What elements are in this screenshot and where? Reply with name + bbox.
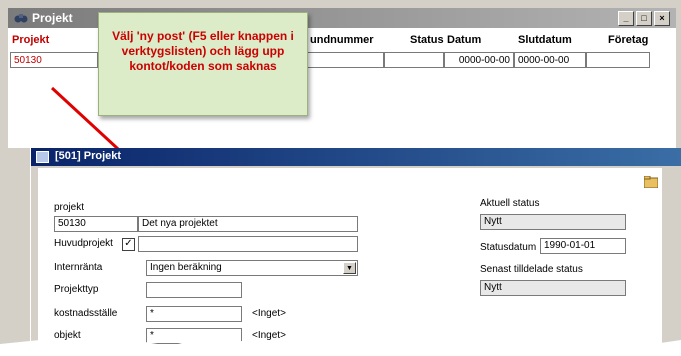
senast-status-field: Nytt [480,280,626,296]
chevron-down-icon[interactable]: ▼ [343,262,356,274]
internranta-value: Ingen beräkning [150,262,222,273]
folder-icon[interactable] [644,176,658,188]
kostnadsstalle-hint: <Inget> [252,308,286,319]
aktuell-status-field: Nytt [480,214,626,230]
torn-edge [0,336,681,356]
senast-status-label: Senast tilldelade status [480,264,583,275]
statusdatum-field[interactable]: 1990-01-01 [540,238,626,254]
internranta-label: Internränta [54,262,103,273]
projekttyp-field[interactable] [146,282,242,298]
inner-titlebar: [501] Projekt [31,148,681,166]
kostnadsstalle-label: kostnadsställe [54,308,118,319]
huvudprojekt-label: Huvudprojekt [54,238,113,249]
window-icon [36,151,49,163]
projekt-field[interactable]: 50130 [54,216,138,232]
huvudprojekt-field[interactable] [138,236,358,252]
internranta-select[interactable]: Ingen beräkning ▼ [146,260,358,276]
huvudprojekt-checkbox[interactable]: ✓ [122,238,135,251]
aktuell-status-label: Aktuell status [480,198,540,209]
project-name-field[interactable]: Det nya projektet [138,216,358,232]
projekt-label: projekt [54,202,85,213]
inner-window-title: [501] Projekt [55,150,122,162]
kostnadsstalle-field[interactable]: * [146,306,242,322]
statusdatum-label: Statusdatum [480,242,537,253]
projekttyp-label: Projekttyp [54,284,99,295]
